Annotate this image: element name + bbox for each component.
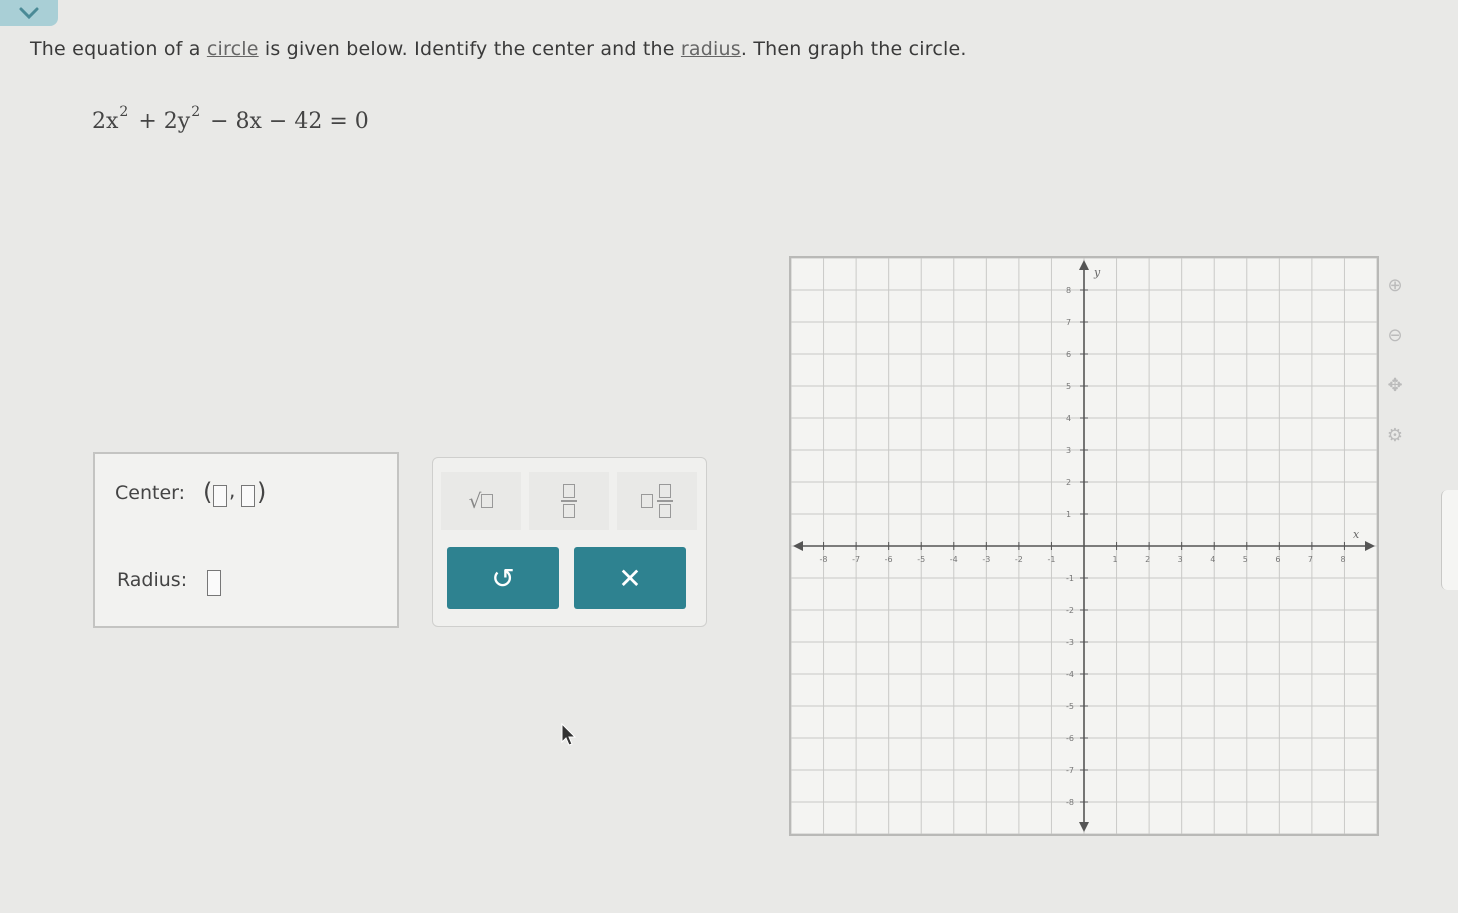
y-tick-label: -7 [1066, 766, 1074, 775]
x-tick-label: 7 [1308, 555, 1313, 564]
numerator-box-icon [659, 484, 671, 499]
x-tick-label: 4 [1210, 555, 1215, 564]
equation-term: − 8x − 42 = 0 [210, 109, 369, 134]
radius-label: Radius: [117, 569, 188, 591]
prompt-text: . Then graph the circle. [740, 38, 967, 60]
equation-term: 2x [92, 109, 119, 134]
x-tick-label: -3 [982, 555, 990, 564]
y-tick-label: 5 [1066, 382, 1071, 391]
x-tick-label: -4 [950, 555, 958, 564]
math-toolpad: √ ↺ ✕ [432, 457, 707, 627]
undo-icon: ↺ [491, 561, 515, 595]
y-tick-label: -8 [1066, 798, 1074, 807]
graph-area[interactable]: x y -8 -7 -6 -5 -4 -3 -2 -1 1 2 3 4 5 6 7 8 8 7 6 5 4 3 2 1 -1 -2 -3… [789, 256, 1379, 836]
close-icon: ✕ [618, 561, 642, 595]
y-tick-label: -3 [1066, 638, 1074, 647]
radius-input[interactable] [207, 570, 221, 596]
zoom-in-icon[interactable]: ⊕ [1380, 270, 1410, 300]
denominator-box-icon [659, 503, 671, 518]
whole-box-icon [641, 494, 653, 508]
x-axis-label: x [1353, 528, 1360, 541]
settings-icon[interactable]: ⚙ [1380, 420, 1410, 450]
x-tick-label: 8 [1340, 555, 1345, 564]
y-axis-arrow-down [1079, 822, 1089, 832]
equation-exponent: 2 [191, 104, 201, 120]
x-tick-label: -8 [820, 555, 828, 564]
y-tick-label: 2 [1066, 478, 1071, 487]
center-label: Center: [115, 482, 186, 504]
numerator-box-icon [563, 484, 575, 499]
center-close-paren: ) [257, 478, 267, 506]
collapse-tab[interactable] [0, 0, 58, 26]
y-tick-label: -2 [1066, 606, 1074, 615]
y-tick-label: -6 [1066, 734, 1074, 743]
x-tick-label: 2 [1145, 555, 1150, 564]
equation-exponent: 2 [119, 104, 129, 120]
fraction-bar [561, 500, 577, 502]
term-radius-link[interactable]: radius [681, 38, 741, 60]
center-open-paren: ( [203, 478, 213, 506]
y-tick-label: 8 [1066, 286, 1071, 295]
y-tick-label: 3 [1066, 446, 1071, 455]
sqrt-icon: √ [468, 489, 482, 513]
center-x-input[interactable] [213, 485, 227, 507]
pan-icon[interactable]: ✥ [1380, 370, 1410, 400]
y-axis-arrow-up [1079, 260, 1089, 270]
answer-box: Center: ( , ) Radius: [93, 452, 399, 628]
fraction-button[interactable] [529, 472, 609, 530]
y-tick-label: -1 [1066, 574, 1074, 583]
prompt-text: is given below. Identify the center and … [258, 38, 681, 60]
side-panel-handle[interactable] [1441, 490, 1458, 590]
y-tick-label: 7 [1066, 318, 1071, 327]
x-tick-label: 5 [1243, 555, 1248, 564]
y-tick-label: -4 [1066, 670, 1074, 679]
x-tick-label: -2 [1015, 555, 1023, 564]
y-tick-label: 4 [1066, 414, 1071, 423]
zoom-out-icon[interactable]: ⊖ [1380, 320, 1410, 350]
fraction-icon [561, 484, 577, 518]
mixed-number-button[interactable] [617, 472, 697, 530]
x-tick-label: -6 [885, 555, 893, 564]
x-axis-arrow-left [793, 541, 803, 551]
x-tick-label: -1 [1047, 555, 1055, 564]
mouse-cursor-icon [561, 722, 577, 746]
x-tick-label: 1 [1113, 555, 1118, 564]
center-y-input[interactable] [241, 485, 255, 507]
mixed-fraction-icon [657, 484, 673, 518]
x-axis-arrow-right [1365, 541, 1375, 551]
x-tick-label: 3 [1178, 555, 1183, 564]
graph-toolbar: ⊕ ⊖ ✥ ⚙ [1380, 270, 1416, 470]
clear-button[interactable]: ✕ [574, 547, 686, 609]
x-tick-label: -7 [852, 555, 860, 564]
chevron-down-icon [19, 7, 39, 20]
y-tick-label: 6 [1066, 350, 1071, 359]
x-tick-label: 6 [1275, 555, 1280, 564]
center-comma: , [229, 478, 236, 502]
sqrt-button[interactable]: √ [441, 472, 521, 530]
circle-equation: 2x2 + 2y2 − 8x − 42 = 0 [92, 104, 369, 134]
equation-term: + 2y [138, 109, 191, 134]
y-tick-label: -5 [1066, 702, 1074, 711]
prompt-text: The equation of a [30, 38, 207, 60]
coordinate-grid[interactable]: x y -8 -7 -6 -5 -4 -3 -2 -1 1 2 3 4 5 6 7 8 8 7 6 5 4 3 2 1 -1 -2 -3… [790, 257, 1378, 835]
term-circle-link[interactable]: circle [207, 38, 259, 60]
x-tick-label: -5 [917, 555, 925, 564]
y-axis-label: y [1093, 266, 1101, 279]
denominator-box-icon [563, 503, 575, 518]
y-tick-label: 1 [1066, 510, 1071, 519]
placeholder-box-icon [481, 494, 494, 508]
undo-button[interactable]: ↺ [447, 547, 559, 609]
question-prompt: The equation of a circle is given below.… [30, 38, 967, 60]
fraction-bar [657, 500, 673, 502]
